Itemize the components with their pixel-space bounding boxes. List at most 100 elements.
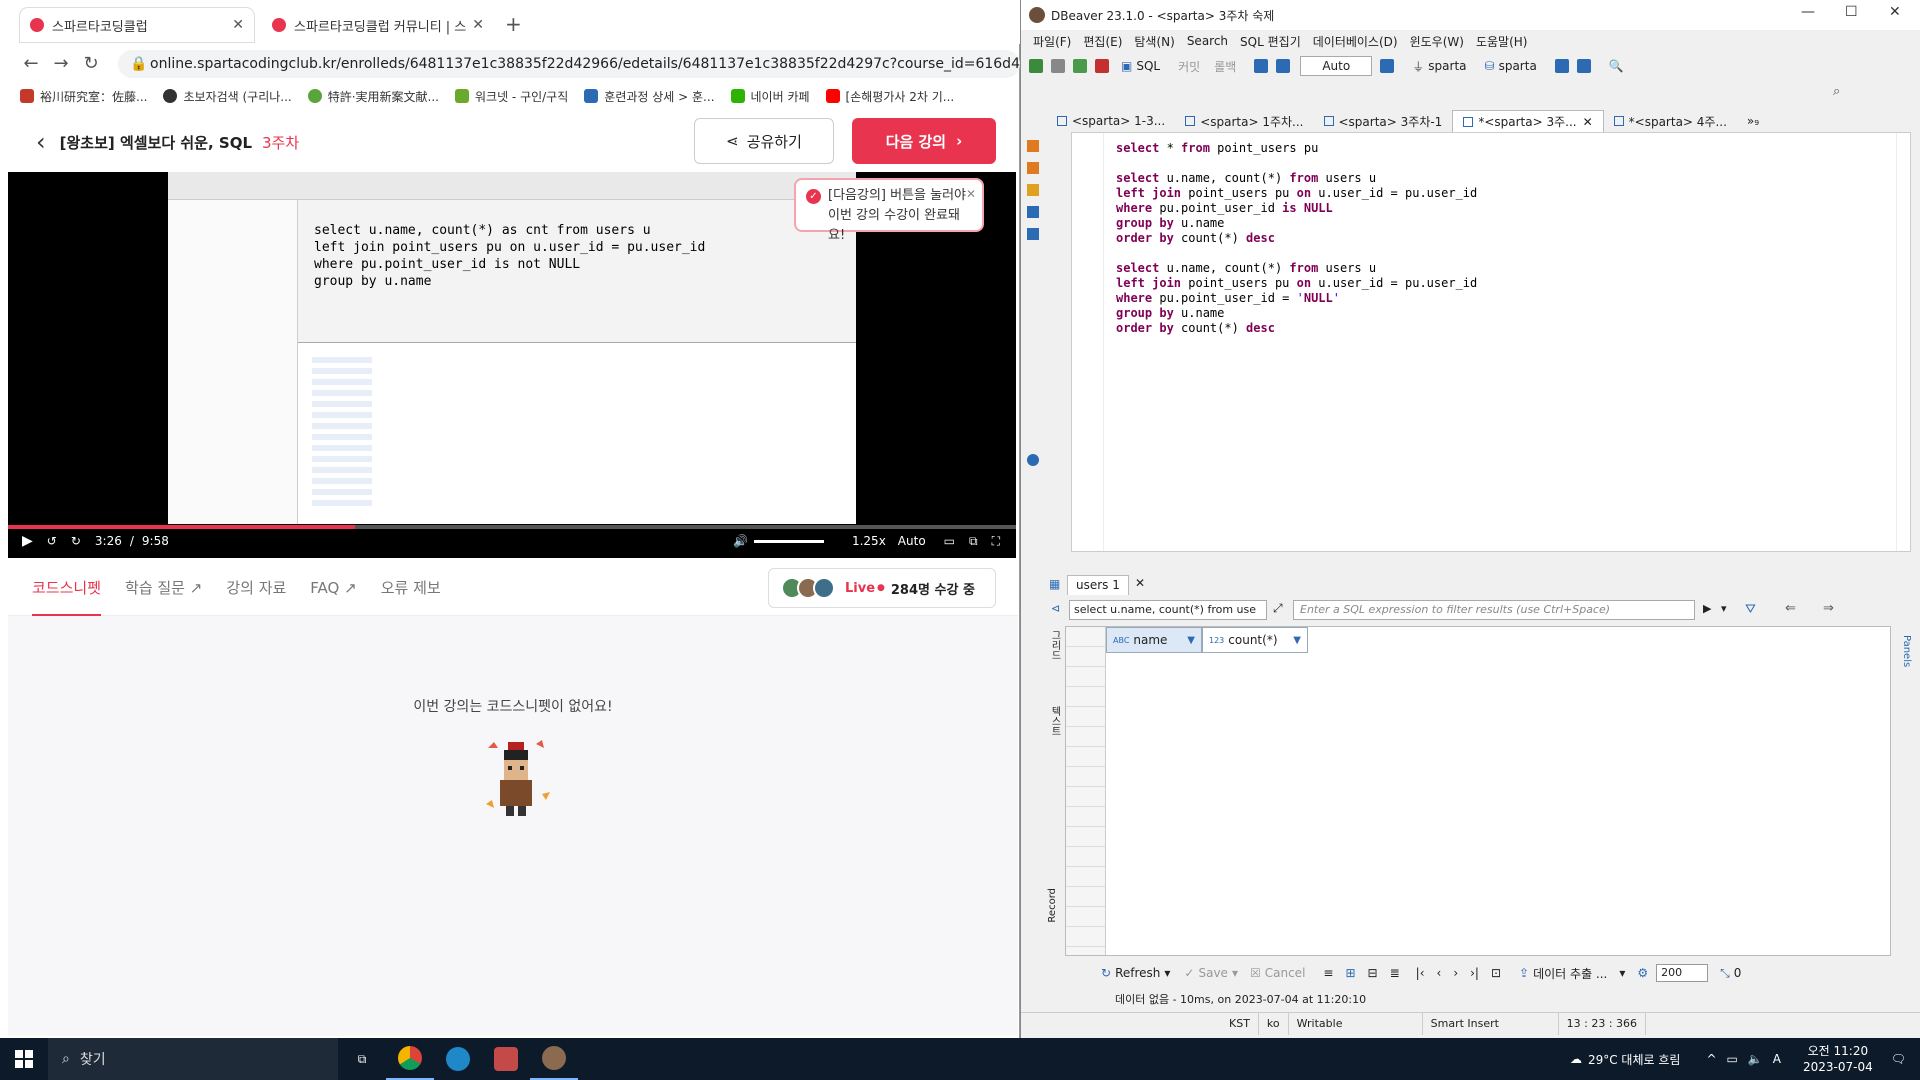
back-arrow-icon[interactable]: ← bbox=[16, 53, 46, 74]
disconnect-icon[interactable] bbox=[1095, 59, 1109, 73]
bookmark-item[interactable]: [손해평가사 2차 기... bbox=[825, 88, 954, 105]
edit-row-icon[interactable]: ≣ bbox=[1390, 966, 1400, 980]
lock-icon[interactable] bbox=[1276, 59, 1291, 73]
tab-code-snippet[interactable]: 코드스니펫 bbox=[32, 560, 102, 616]
grid-view-tab[interactable]: 그리드 bbox=[1047, 630, 1062, 660]
network-icon[interactable]: ▭ bbox=[1727, 1052, 1738, 1066]
menu-help[interactable]: 도움말(H) bbox=[1476, 33, 1528, 50]
chevron-down-icon[interactable]: ▼ bbox=[1187, 635, 1195, 646]
forward-10-icon[interactable]: ↻ bbox=[71, 534, 81, 548]
address-bar[interactable]: 🔒 online.spartacodingclub.kr/enrolleds/6… bbox=[118, 50, 1020, 78]
subtitles-icon[interactable]: ▭ bbox=[944, 534, 955, 548]
volume-icon[interactable]: 🔈 bbox=[1748, 1052, 1763, 1066]
previous-page-icon[interactable]: ‹ bbox=[1437, 966, 1442, 980]
apply-filter-icon[interactable]: ▶ bbox=[1703, 602, 1711, 615]
browser-tab-community[interactable]: 스파르타코딩클럽 커뮤니티 | 스 ✕ bbox=[262, 8, 494, 42]
commit-mode-field[interactable]: Auto bbox=[1300, 56, 1373, 76]
first-page-icon[interactable]: |‹ bbox=[1416, 966, 1425, 980]
active-schema[interactable]: sparta bbox=[1499, 59, 1537, 73]
pip-icon[interactable]: ⧉ bbox=[969, 534, 978, 549]
console-icon[interactable] bbox=[1027, 228, 1039, 240]
results-grid[interactable]: ABC name ▼ 123 count(*) ▼ Panels bbox=[1065, 626, 1912, 956]
column-header-name[interactable]: ABC name ▼ bbox=[1106, 627, 1202, 653]
back-chevron-icon[interactable]: ‹ bbox=[36, 128, 46, 156]
menu-database[interactable]: 데이터베이스(D) bbox=[1313, 33, 1398, 50]
new-tab-button[interactable]: + bbox=[505, 12, 522, 36]
forward-arrow-icon[interactable]: ⇒ bbox=[1823, 601, 1834, 616]
app-taskbar-icon[interactable] bbox=[482, 1038, 530, 1080]
bookmark-item[interactable]: 特許·実用新案文献... bbox=[307, 88, 439, 105]
menu-edit[interactable]: 편집(E) bbox=[1083, 33, 1122, 50]
transaction-mode-icon[interactable] bbox=[1254, 59, 1269, 73]
close-icon[interactable]: ✕ bbox=[1889, 4, 1901, 20]
maximize-icon[interactable]: ☐ bbox=[1845, 4, 1858, 20]
search-icon[interactable]: ⌕ bbox=[1833, 84, 1840, 99]
cancel-button[interactable]: Cancel bbox=[1265, 966, 1306, 980]
windows-start-icon[interactable] bbox=[0, 1038, 48, 1080]
active-datasource[interactable]: sparta bbox=[1428, 59, 1466, 73]
filter-icon[interactable]: ⛛ bbox=[1745, 602, 1756, 617]
refresh-button[interactable]: Refresh bbox=[1115, 966, 1160, 980]
commit-button[interactable]: 커밋 bbox=[1178, 58, 1200, 75]
quality-setting[interactable]: Auto bbox=[898, 534, 926, 548]
settings-gear-icon[interactable] bbox=[1027, 454, 1039, 466]
more-tabs-button[interactable]: »₉ bbox=[1737, 110, 1769, 132]
fetch-all-icon[interactable]: ⊡ bbox=[1491, 966, 1501, 980]
editor-tab[interactable]: *<sparta> 4주... bbox=[1604, 110, 1737, 132]
reload-icon[interactable]: ↻ bbox=[76, 53, 106, 74]
editor-tab-active[interactable]: *<sparta> 3주... ✕ bbox=[1452, 110, 1604, 132]
volume-icon[interactable]: 🔊 bbox=[733, 534, 748, 548]
results-tab[interactable]: users 1 bbox=[1067, 575, 1129, 595]
invalidate-icon[interactable] bbox=[1073, 59, 1087, 73]
load-script-icon[interactable] bbox=[1027, 206, 1039, 218]
menu-search[interactable]: Search bbox=[1187, 34, 1228, 48]
editor-tab[interactable]: <sparta> 1-3... bbox=[1047, 110, 1175, 132]
add-row-icon[interactable]: ≡ bbox=[1323, 966, 1333, 980]
close-icon[interactable]: ✕ bbox=[966, 184, 976, 204]
delete-row-icon[interactable]: ⊟ bbox=[1368, 966, 1378, 980]
chevron-up-icon[interactable]: ^ bbox=[1706, 1052, 1716, 1066]
chevron-down-icon[interactable]: ▾ bbox=[1619, 966, 1625, 980]
bookmark-item[interactable]: 네이버 카페 bbox=[730, 88, 810, 105]
sql-editor[interactable]: select * from point_users pu select u.nam… bbox=[1071, 132, 1911, 552]
execute-script-icon[interactable] bbox=[1027, 162, 1039, 174]
fetch-size-input[interactable]: 200 bbox=[1656, 964, 1709, 982]
explain-plan-icon[interactable] bbox=[1027, 184, 1039, 196]
playback-speed[interactable]: 1.25x bbox=[852, 534, 886, 548]
task-view-icon[interactable]: ⧉ bbox=[338, 1038, 386, 1080]
settings-gear-icon[interactable]: ⚙ bbox=[1637, 966, 1648, 980]
connect-icon[interactable] bbox=[1051, 59, 1065, 73]
tab-faq[interactable]: FAQ ↗ bbox=[310, 560, 356, 616]
notification-icon[interactable]: 🗨 bbox=[1891, 1052, 1906, 1066]
tab-questions[interactable]: 학습 질문 ↗ bbox=[125, 560, 202, 616]
panels-tab[interactable]: Panels bbox=[1901, 635, 1912, 667]
volume-slider[interactable] bbox=[753, 539, 824, 543]
chrome-taskbar-icon[interactable] bbox=[386, 1038, 434, 1080]
editor-tab[interactable]: <sparta> 1주차... bbox=[1175, 110, 1313, 132]
new-connection-icon[interactable] bbox=[1029, 59, 1043, 73]
chevron-down-icon[interactable]: ▼ bbox=[1293, 635, 1301, 646]
menu-navigate[interactable]: 탐색(N) bbox=[1134, 33, 1174, 50]
close-icon[interactable]: ✕ bbox=[1583, 115, 1593, 129]
edge-taskbar-icon[interactable] bbox=[434, 1038, 482, 1080]
filter-history-icon[interactable]: ▾ bbox=[1721, 602, 1727, 615]
column-header-count[interactable]: 123 count(*) ▼ bbox=[1202, 627, 1308, 653]
chevron-down-icon[interactable]: ▾ bbox=[1164, 966, 1170, 980]
bookmark-item[interactable]: 초보자검색 (구리나... bbox=[163, 88, 292, 105]
weather-text[interactable]: 29°C 대체로 흐림 bbox=[1588, 1051, 1680, 1068]
forward-arrow-icon[interactable]: → bbox=[46, 53, 76, 74]
tab-materials[interactable]: 강의 자료 bbox=[226, 560, 286, 616]
save-button[interactable]: Save bbox=[1198, 966, 1227, 980]
next-page-icon[interactable]: › bbox=[1453, 966, 1458, 980]
chevron-down-icon[interactable]: ▾ bbox=[1232, 966, 1238, 980]
ime-icon[interactable]: A bbox=[1773, 1052, 1781, 1066]
record-mode-tab[interactable]: Record bbox=[1047, 888, 1058, 923]
filter-input[interactable]: Enter a SQL expression to filter results… bbox=[1293, 600, 1695, 620]
execute-statement-icon[interactable] bbox=[1027, 140, 1039, 152]
copy-row-icon[interactable]: ⊞ bbox=[1345, 966, 1355, 980]
close-icon[interactable]: ✕ bbox=[472, 17, 484, 33]
dbeaver-taskbar-icon[interactable] bbox=[530, 1038, 578, 1080]
share-button[interactable]: ⋖ 공유하기 bbox=[694, 118, 834, 164]
menu-window[interactable]: 윈도우(W) bbox=[1410, 33, 1464, 50]
bookmark-item[interactable]: 裕川研究室：佐藤... bbox=[20, 88, 147, 105]
